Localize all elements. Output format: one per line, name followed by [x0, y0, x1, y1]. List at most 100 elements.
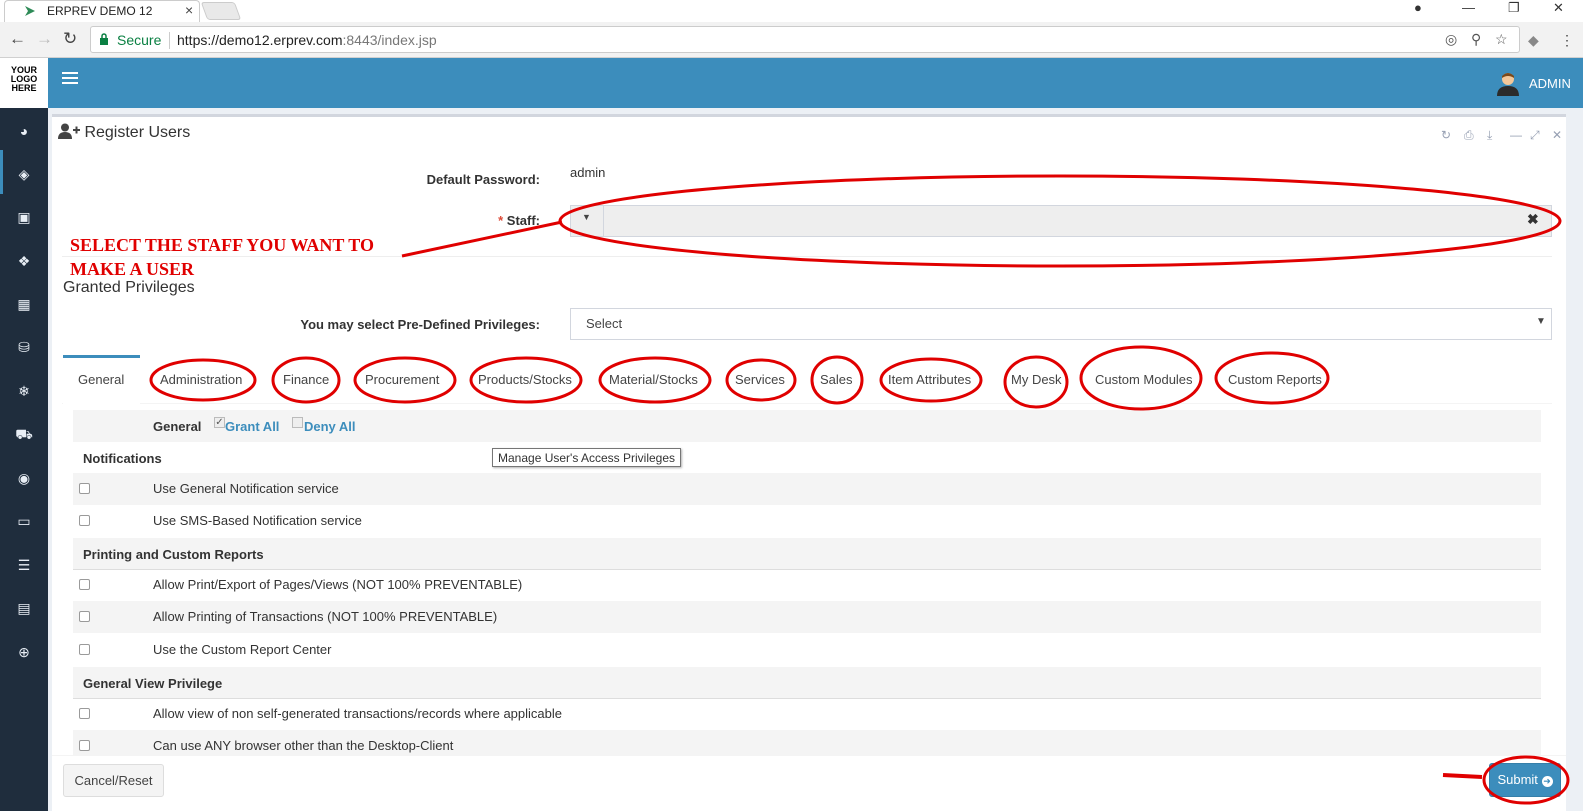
user-avatar-icon[interactable] — [1496, 70, 1520, 96]
profile-icon[interactable]: ● — [1414, 0, 1422, 15]
new-tab-button[interactable] — [200, 2, 242, 20]
browser-tabstrip: ERPREV DEMO 12 × ● — ❐ ✕ — [0, 0, 1583, 22]
building-icon[interactable]: ▦ — [0, 290, 48, 318]
privileges-panel: General ✓ Grant All Deny All Notificatio… — [73, 410, 1541, 755]
key-icon[interactable]: ⚲ — [1471, 31, 1481, 48]
privilege-checkbox[interactable] — [79, 611, 90, 622]
secure-label: Secure — [117, 32, 162, 48]
url-text[interactable]: https://demo12.erprev.com:8443/index.jsp — [177, 32, 437, 48]
submit-label: Submit — [1497, 772, 1538, 787]
server-icon[interactable]: ☰ — [0, 551, 48, 579]
deny-all-link[interactable]: Deny All — [304, 419, 356, 434]
collapse-icon[interactable]: — — [1510, 128, 1522, 142]
section-title: Printing and Custom Reports — [83, 547, 264, 562]
dashboard-icon[interactable]: ◕ — [0, 117, 48, 145]
form-footer — [52, 755, 1566, 811]
minimize-icon[interactable]: — — [1462, 0, 1475, 15]
default-password-label: Default Password: — [426, 172, 540, 187]
privilege-row: Allow view of non self-generated transac… — [73, 698, 1541, 730]
hamburger-menu-icon[interactable] — [62, 72, 78, 86]
download-icon[interactable]: ⤓ — [1487, 128, 1492, 143]
desktop-icon[interactable]: ▭ — [0, 507, 48, 535]
lifebuoy-icon[interactable]: ⊕ — [0, 638, 48, 666]
privilege-label: Use the Custom Report Center — [153, 642, 332, 657]
tab-general[interactable]: General — [78, 372, 124, 387]
logo-line-3: HERE — [11, 83, 37, 93]
print-icon[interactable]: ⎙ — [1464, 128, 1474, 143]
window-close-icon[interactable]: ✕ — [1553, 0, 1564, 16]
grant-all-checkbox[interactable]: ✓ — [214, 417, 225, 428]
erprev-favicon-icon — [25, 6, 35, 16]
reload-icon[interactable]: ↻ — [63, 30, 77, 48]
chrome-menu-icon[interactable]: ⋮ — [1560, 31, 1574, 49]
extension-icon[interactable]: ◆ — [1528, 31, 1539, 49]
staff-label: * Staff: — [470, 213, 540, 228]
remove-icon[interactable]: ✕ — [1552, 128, 1562, 142]
staff-clear-icon[interactable]: ✖ — [1527, 211, 1539, 228]
tab-material-stocks[interactable]: Material/Stocks — [609, 372, 698, 387]
tab-sales[interactable]: Sales — [820, 372, 853, 387]
company-logo[interactable]: YOUR LOGO HERE — [0, 58, 48, 108]
deny-all-checkbox[interactable] — [292, 417, 303, 428]
spotify-icon[interactable]: ◉ — [0, 464, 48, 492]
location-icon[interactable]: ◎ — [1445, 31, 1457, 48]
bookmark-star-icon[interactable]: ☆ — [1495, 31, 1508, 48]
lock-icon — [100, 33, 108, 45]
tab-custom-modules[interactable]: Custom Modules — [1095, 372, 1193, 387]
cubes-icon[interactable]: ❖ — [0, 247, 48, 275]
staff-dropdown-caret-icon[interactable]: ▼ — [582, 212, 591, 222]
money-icon[interactable]: ▣ — [0, 203, 48, 231]
privilege-checkbox[interactable] — [79, 708, 90, 719]
predefined-dropdown-caret-icon[interactable]: ▼ — [1536, 316, 1546, 327]
section-header: Notifications — [73, 442, 1541, 474]
section-header: General View Privilege — [73, 667, 1541, 699]
cart-icon[interactable]: ⛟ — [0, 420, 48, 448]
privilege-checkbox[interactable] — [79, 483, 90, 494]
tab-custom-reports[interactable]: Custom Reports — [1228, 372, 1322, 387]
refresh-icon[interactable]: ↻ — [1441, 128, 1451, 142]
snowflake-icon[interactable]: ❄ — [0, 377, 48, 405]
back-icon[interactable]: ← — [9, 30, 26, 48]
privilege-row: Use SMS-Based Notification service — [73, 505, 1541, 537]
privilege-row: Allow Printing of Transactions (NOT 100%… — [73, 601, 1541, 633]
grant-all-link[interactable]: Grant All — [225, 419, 279, 434]
privilege-checkbox[interactable] — [79, 515, 90, 526]
tab-administration[interactable]: Administration — [160, 372, 242, 387]
app-header: ADMIN — [48, 58, 1583, 108]
tab-my-desk[interactable]: My Desk — [1011, 372, 1062, 387]
privilege-row: Use the Custom Report Center — [73, 634, 1541, 666]
annotation-text: SELECT THE STAFF YOU WANT TO MAKE A USER — [70, 233, 374, 281]
privilege-checkbox[interactable] — [79, 579, 90, 590]
page-title-text: Register Users — [84, 124, 191, 141]
tab-procurement[interactable]: Procurement — [365, 372, 439, 387]
staff-select-divider — [603, 206, 604, 236]
address-bar[interactable]: Secure https://demo12.erprev.com:8443/in… — [90, 26, 1520, 53]
privilege-label: Allow view of non self-generated transac… — [153, 706, 562, 721]
arrow-circle-right-icon: ➜ — [1541, 776, 1553, 787]
browser-tab[interactable]: ERPREV DEMO 12 × — [4, 0, 200, 22]
database-icon[interactable]: ⛁ — [0, 333, 48, 361]
expand-icon[interactable]: ⤢ — [1530, 128, 1540, 143]
predefined-privileges-value: Select — [586, 316, 623, 331]
tab-services[interactable]: Services — [735, 372, 785, 387]
granted-privileges-title: Granted Privileges — [63, 279, 195, 296]
browser-toolbar: ← → ↻ Secure https://demo12.erprev.com:8… — [0, 22, 1583, 58]
submit-button[interactable]: Submit ➜ — [1489, 763, 1561, 797]
tag-icon[interactable]: ◈ — [0, 160, 48, 188]
tab-item-attributes[interactable]: Item Attributes — [888, 372, 971, 387]
restore-icon[interactable]: ❐ — [1508, 0, 1520, 16]
forward-icon[interactable]: → — [36, 30, 53, 48]
cancel-reset-button[interactable]: Cancel/Reset — [63, 764, 164, 797]
privilege-checkbox[interactable] — [79, 644, 90, 655]
tab-finance[interactable]: Finance — [283, 372, 329, 387]
privilege-checkbox[interactable] — [79, 740, 90, 751]
user-name[interactable]: ADMIN — [1529, 76, 1571, 91]
book-icon[interactable]: ▤ — [0, 594, 48, 622]
predefined-privileges-select[interactable] — [570, 308, 1552, 340]
privilege-label: Use General Notification service — [153, 481, 339, 496]
tab-products-stocks[interactable]: Products/Stocks — [478, 372, 572, 387]
browser-tab-close-icon[interactable]: × — [185, 2, 193, 18]
tooltip: Manage User's Access Privileges — [492, 448, 682, 467]
annotation-line-2: MAKE A USER — [70, 259, 195, 279]
staff-select[interactable] — [570, 205, 1552, 237]
